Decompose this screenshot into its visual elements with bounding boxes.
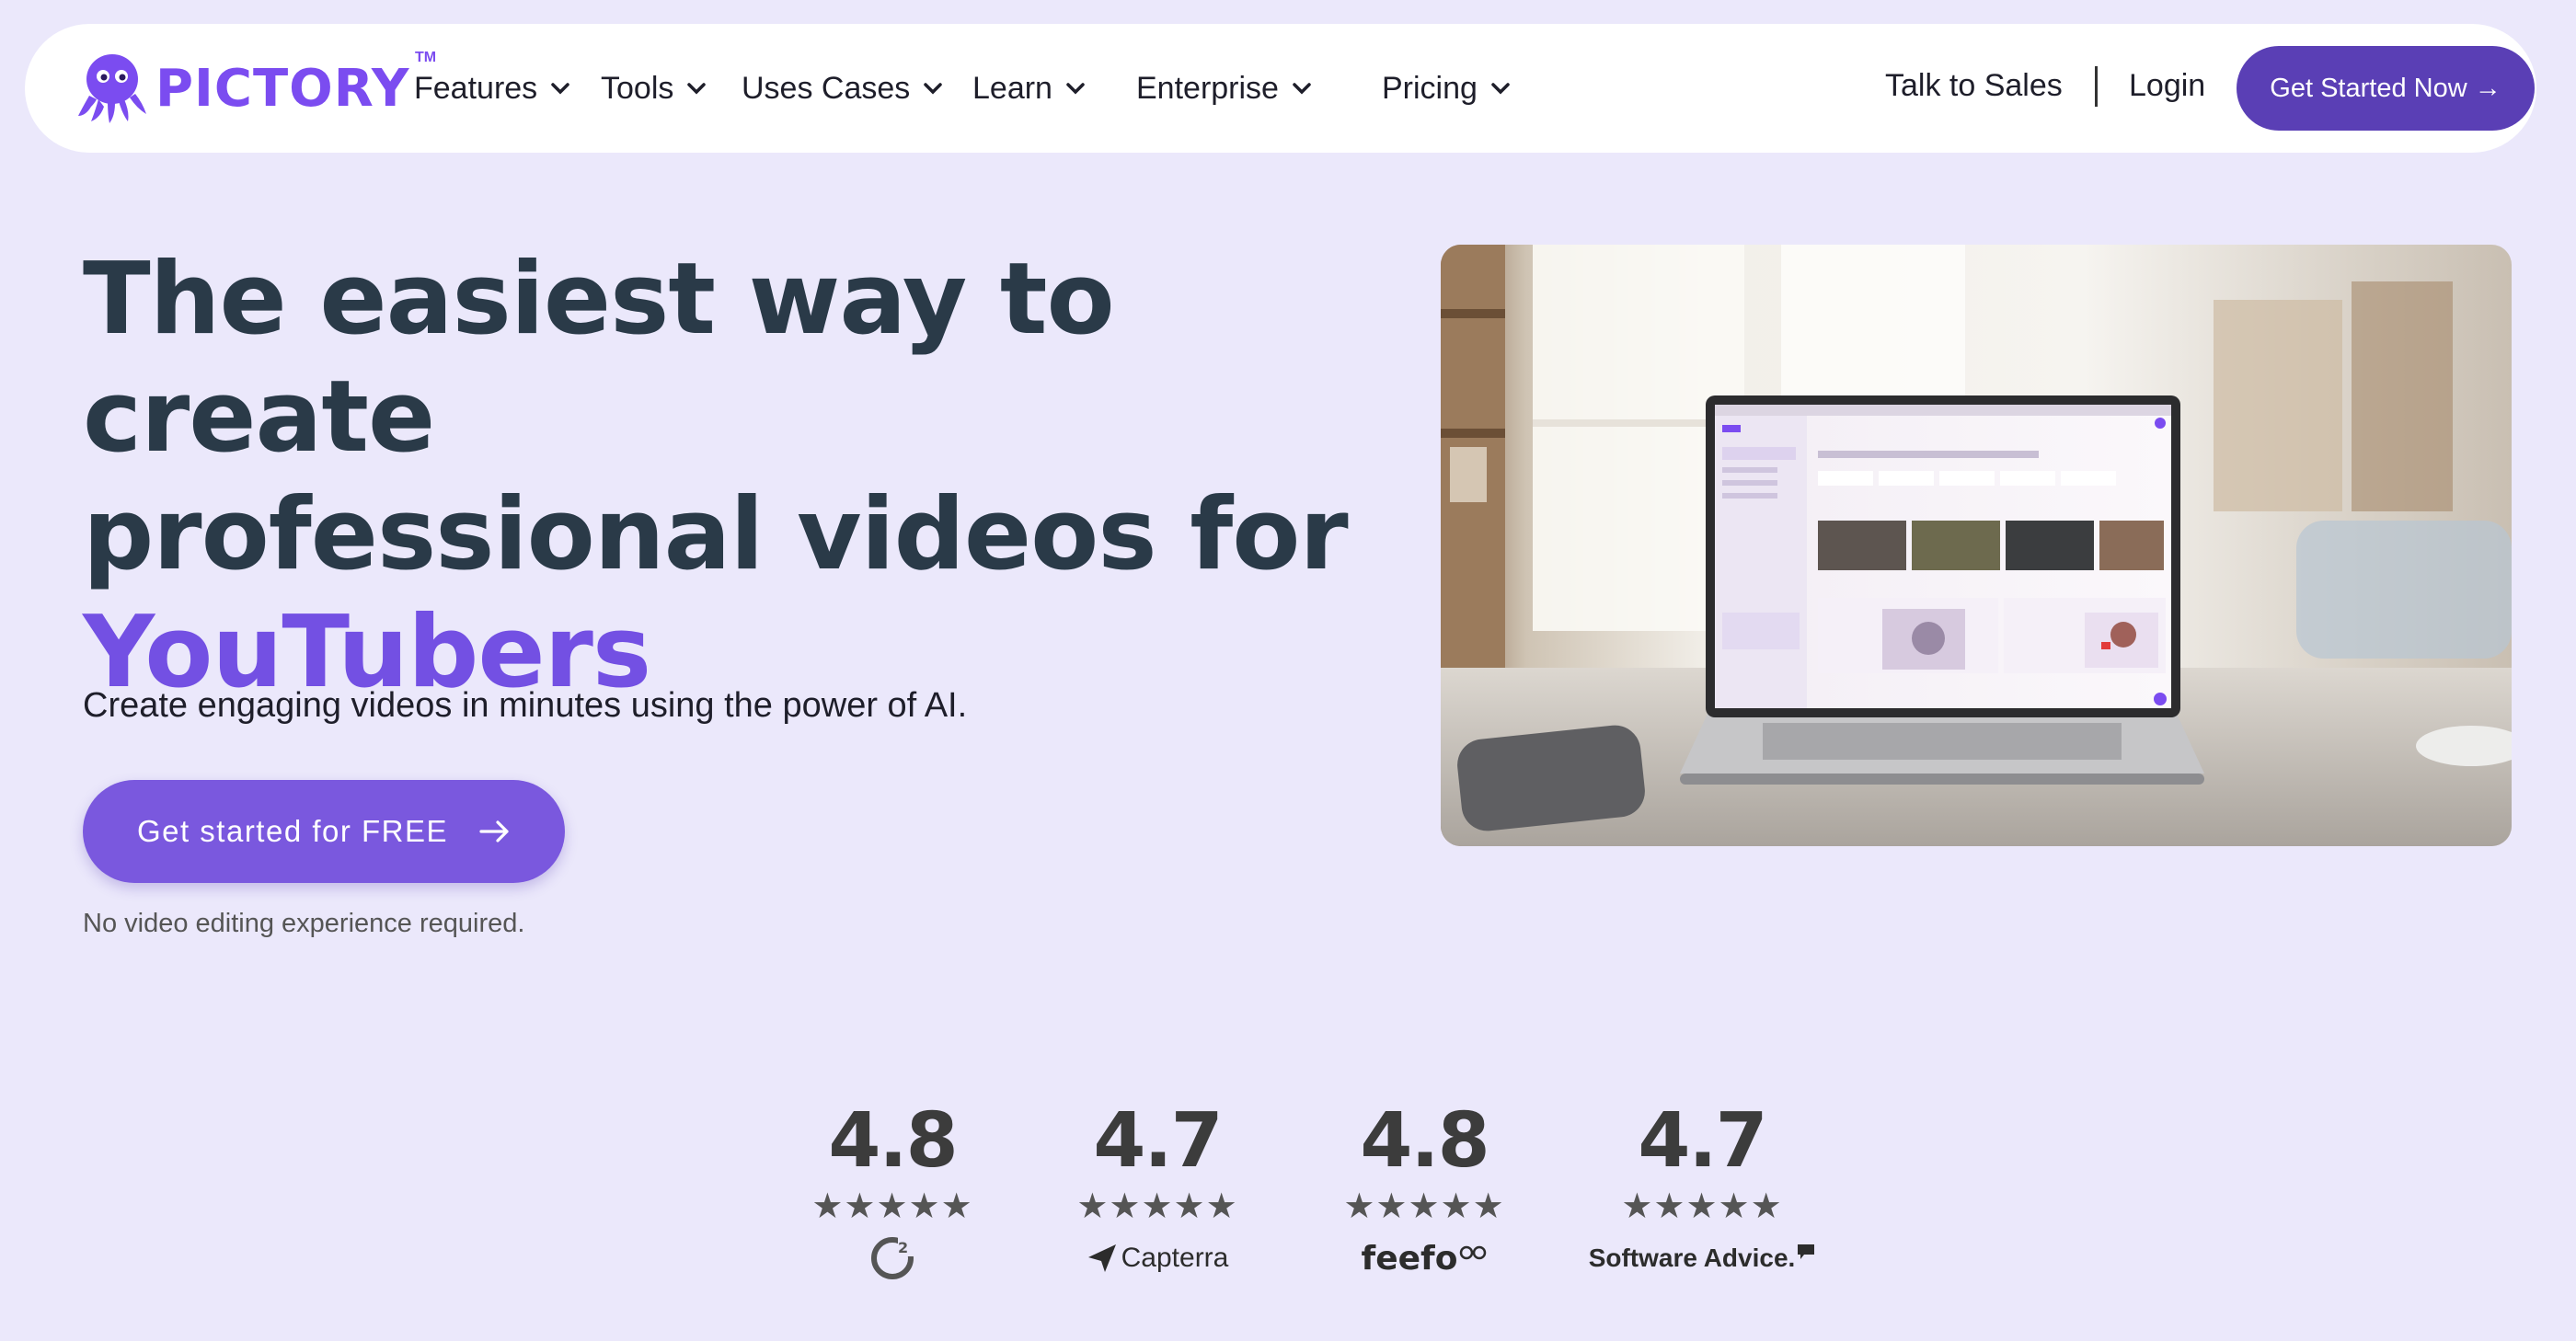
- feefo-logo: feefo: [1341, 1234, 1507, 1282]
- hero-subheadline: Create engaging videos in minutes using …: [83, 686, 968, 725]
- rating-score: 4.8: [1360, 1097, 1489, 1185]
- nav-learn[interactable]: Learn: [972, 68, 1086, 109]
- top-navbar: PICTORY TM Features Tools Uses Cases Lea…: [25, 24, 2536, 153]
- rating-stars: ★★★★★: [811, 1187, 973, 1226]
- page: PICTORY TM Features Tools Uses Cases Lea…: [0, 0, 2576, 1341]
- hero-laptop-image: [1441, 245, 2512, 846]
- brand-logo[interactable]: PICTORY TM: [76, 50, 436, 125]
- speech-bubble-icon: [1798, 1244, 1815, 1259]
- rating-score: 4.7: [1638, 1097, 1767, 1185]
- rating-software-advice: 4.7 ★★★★★ Software Advice.: [1582, 1100, 1822, 1282]
- headline-line-1: The easiest way to create: [83, 242, 1115, 475]
- nav-use-cases-label: Uses Cases: [742, 70, 911, 106]
- rating-stars: ★★★★★: [1076, 1187, 1238, 1226]
- nav-pricing-label: Pricing: [1382, 70, 1478, 106]
- hero-note: No video editing experience required.: [83, 909, 525, 938]
- get-started-free-label: Get started for FREE: [136, 814, 449, 848]
- laptop-illustration: [1441, 245, 2512, 846]
- feefo-eyes-icon: [1460, 1245, 1487, 1260]
- headline-line-2: professional videos for: [83, 477, 1349, 592]
- feefo-wordmark: feefo: [1361, 1239, 1458, 1278]
- capterra-arrow-icon: [1087, 1244, 1116, 1272]
- brand-name: PICTORY: [155, 58, 410, 119]
- trademark-mark: TM: [415, 50, 437, 65]
- login-link[interactable]: Login: [2129, 68, 2205, 104]
- chevron-down-icon: [687, 83, 707, 95]
- get-started-free-button[interactable]: Get started for FREE: [83, 780, 565, 883]
- rating-stars: ★★★★★: [1621, 1187, 1783, 1226]
- arrow-right-icon: [479, 820, 509, 842]
- nav-tools-label: Tools: [601, 70, 674, 106]
- software-advice-logo: Software Advice.: [1582, 1234, 1822, 1282]
- chevron-down-icon: [551, 83, 569, 95]
- capterra-logo: Capterra: [1070, 1234, 1245, 1282]
- g2-logo-icon: 2: [871, 1236, 914, 1279]
- nav-tools[interactable]: Tools: [601, 68, 707, 109]
- rating-feefo: 4.8 ★★★★★ feefo: [1341, 1100, 1507, 1282]
- rating-g2: 4.8 ★★★★★ 2: [810, 1100, 975, 1282]
- nav-use-cases[interactable]: Uses Cases: [742, 68, 943, 109]
- nav-pricing[interactable]: Pricing: [1382, 68, 1511, 109]
- rating-score: 4.8: [828, 1097, 958, 1185]
- rating-capterra: 4.7 ★★★★★ Capterra: [1070, 1100, 1245, 1282]
- rating-score: 4.7: [1093, 1097, 1223, 1185]
- nav-features-label: Features: [414, 70, 538, 106]
- octopus-logo-icon: [78, 54, 146, 123]
- nav-divider: [2095, 66, 2098, 107]
- capterra-wordmark: Capterra: [1121, 1243, 1229, 1273]
- rating-stars: ★★★★★: [1343, 1187, 1505, 1226]
- nav-enterprise[interactable]: Enterprise: [1136, 68, 1312, 109]
- g2-logo: 2: [810, 1234, 975, 1282]
- hero-headline: The easiest way to create professional v…: [83, 241, 1371, 712]
- talk-to-sales-link[interactable]: Talk to Sales: [1885, 68, 2063, 104]
- get-started-now-button[interactable]: Get Started Now →: [2237, 46, 2535, 131]
- nav-features[interactable]: Features: [414, 68, 570, 109]
- chevron-down-icon: [1491, 83, 1510, 95]
- nav-learn-label: Learn: [972, 70, 1052, 106]
- chevron-down-icon: [924, 83, 943, 95]
- software-advice-wordmark: Software Advice.: [1588, 1244, 1796, 1272]
- chevron-down-icon: [1066, 83, 1085, 95]
- svg-text:2: 2: [898, 1239, 908, 1256]
- nav-enterprise-label: Enterprise: [1136, 70, 1279, 106]
- chevron-down-icon: [1293, 83, 1311, 95]
